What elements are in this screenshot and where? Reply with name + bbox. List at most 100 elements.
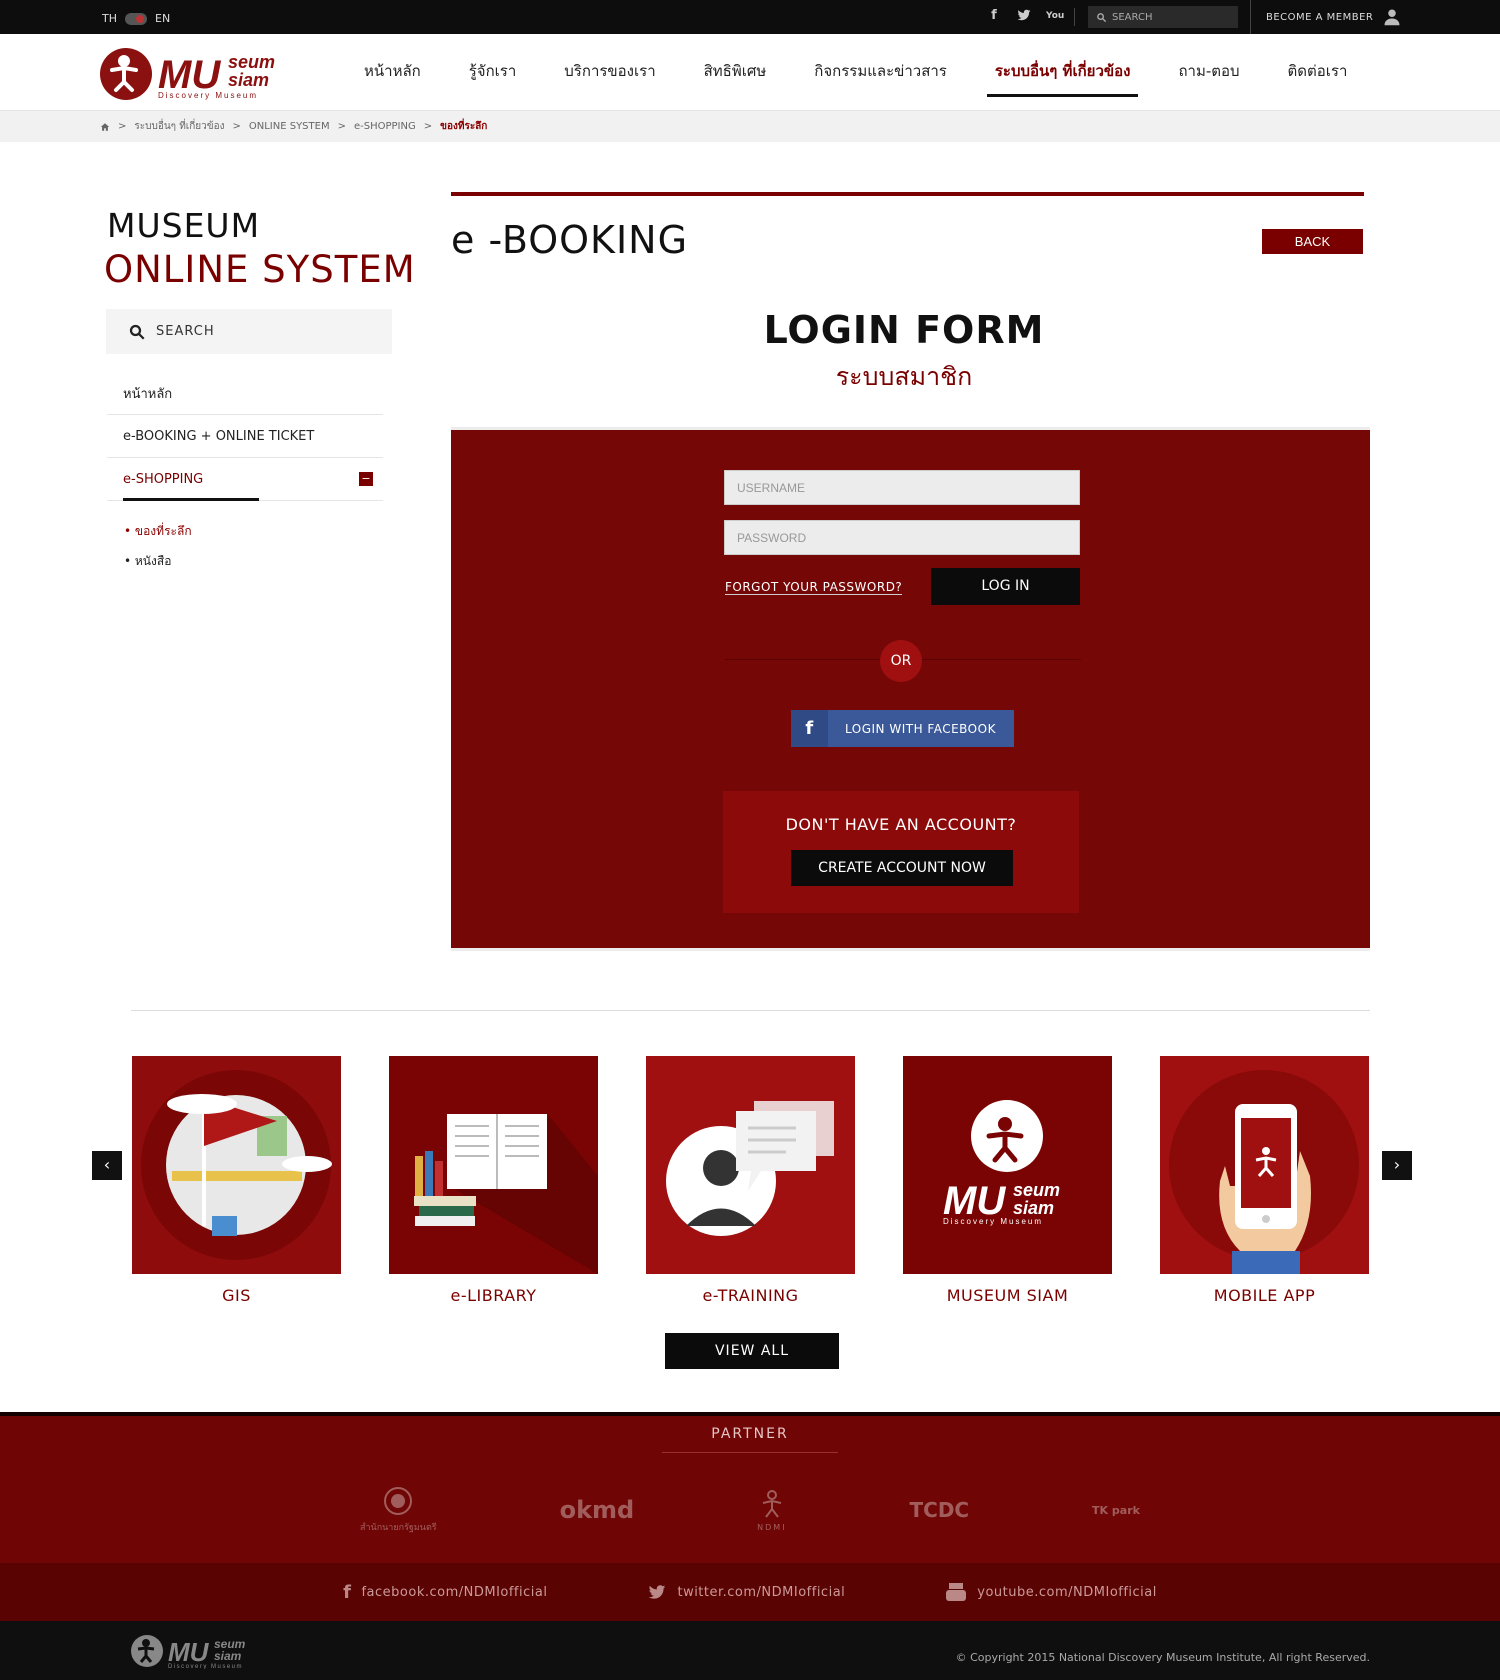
- top-bar: TH EN f You SEARCH BECOME A MEMBER: [0, 0, 1500, 34]
- service-card-gis[interactable]: GIS: [132, 1056, 341, 1305]
- footer-facebook-link[interactable]: f facebook.com/NDMIofficial: [343, 1582, 547, 1603]
- sidebar-subitem-souvenir[interactable]: • ของที่ระลึก: [124, 520, 192, 550]
- lang-en[interactable]: EN: [155, 12, 170, 25]
- login-panel: USERNAME PASSWORD FORGOT YOUR PASSWORD? …: [451, 427, 1370, 951]
- main-nav: หน้าหลัก รู้จักเรา บริการของเรา สิทธิพิเ…: [340, 34, 1371, 111]
- service-label-museum-siam: MUSEUM SIAM: [946, 1286, 1069, 1305]
- partner-logo-tkpark[interactable]: TK park: [1092, 1504, 1140, 1517]
- nav-other-systems[interactable]: ระบบอื่นๆ ที่เกี่ยวข้อง: [971, 34, 1155, 111]
- breadcrumb-item-eshopping[interactable]: e-SHOPPING: [354, 121, 416, 132]
- facebook-icon[interactable]: f: [986, 8, 1002, 24]
- view-all-button[interactable]: VIEW ALL: [665, 1333, 839, 1369]
- language-toggle[interactable]: [125, 12, 147, 25]
- content-top-rule: [451, 192, 1364, 196]
- sidebar-menu: หน้าหลัก e-BOOKING + ONLINE TICKET e-SHO…: [107, 372, 383, 501]
- nav-home[interactable]: หน้าหลัก: [340, 34, 445, 111]
- sidebar-title-museum: MUSEUM: [107, 206, 261, 245]
- nav-faq[interactable]: ถาม-ตอบ: [1154, 34, 1263, 111]
- service-label-gis: GIS: [222, 1286, 251, 1305]
- search-icon: [129, 324, 145, 340]
- sidebar-submenu: • ของที่ระลึก • หนังสือ: [124, 520, 192, 580]
- username-field[interactable]: USERNAME: [724, 470, 1080, 505]
- footer-youtube-label: youtube.com/NDMIofficial: [977, 1584, 1157, 1600]
- search-icon: [1097, 12, 1107, 22]
- partner-logo-okmd[interactable]: okmd: [560, 1496, 635, 1524]
- language-switch[interactable]: TH EN: [102, 12, 170, 25]
- sidebar-title-online-system: ONLINE SYSTEM: [104, 248, 416, 291]
- service-card-etraining[interactable]: e-TRAINING: [646, 1056, 855, 1305]
- footer-facebook-label: facebook.com/NDMIofficial: [361, 1584, 548, 1600]
- become-member-link[interactable]: BECOME A MEMBER: [1250, 0, 1401, 34]
- forgot-password-link[interactable]: FORGOT YOUR PASSWORD?: [725, 580, 903, 595]
- svg-text:Discovery Museum: Discovery Museum: [168, 1664, 243, 1669]
- partner-logos: สำนักนายกรัฐมนตรี okmd NDMI TCDC TK park: [360, 1486, 1140, 1534]
- sidebar-subitem-books[interactable]: • หนังสือ: [124, 550, 192, 580]
- partner-logo-pmo[interactable]: สำนักนายกรัฐมนตรี: [360, 1486, 437, 1534]
- svg-text:siam: siam: [1013, 1198, 1054, 1218]
- breadcrumb-sep: >: [232, 121, 241, 132]
- mobile-phone-icon: [1160, 1056, 1369, 1274]
- breadcrumb-item-other-systems[interactable]: ระบบอื่นๆ ที่เกี่ยวข้อง: [134, 119, 224, 134]
- logo-siam: siam: [228, 70, 269, 90]
- user-icon: [1384, 9, 1400, 26]
- carousel-prev-button[interactable]: ‹: [92, 1151, 122, 1180]
- top-search-placeholder: SEARCH: [1112, 11, 1153, 23]
- create-account-box: DON'T HAVE AN ACCOUNT? CREATE ACCOUNT NO…: [723, 791, 1079, 913]
- partner-title: PARTNER: [711, 1426, 789, 1442]
- youtube-icon[interactable]: You: [1046, 8, 1064, 24]
- login-form-title: LOGIN FORM: [763, 308, 1045, 352]
- breadcrumb-item-online-system[interactable]: ONLINE SYSTEM: [249, 121, 330, 132]
- home-icon[interactable]: [100, 122, 110, 132]
- nav-activities[interactable]: กิจกรรมและข่าวสาร: [790, 34, 971, 111]
- or-badge: OR: [880, 640, 922, 682]
- collapse-icon[interactable]: −: [359, 472, 373, 486]
- sidebar-item-home[interactable]: หน้าหลัก: [107, 372, 383, 415]
- back-button[interactable]: BACK: [1262, 229, 1363, 254]
- partner-logo-ndmi[interactable]: NDMI: [757, 1489, 786, 1532]
- lang-th[interactable]: TH: [102, 12, 117, 25]
- museum-siam-logo[interactable]: MU seum siam Discovery Museum: [100, 46, 290, 101]
- nav-privileges[interactable]: สิทธิพิเศษ: [680, 34, 791, 111]
- breadcrumb-current: ของที่ระลึก: [440, 121, 488, 132]
- page-title: e -BOOKING: [451, 218, 689, 262]
- login-button[interactable]: LOG IN: [931, 568, 1080, 605]
- sidebar-item-eshopping[interactable]: e-SHOPPING −: [107, 458, 383, 501]
- book-icon: [389, 1056, 598, 1274]
- nav-about[interactable]: รู้จักเรา: [445, 34, 541, 111]
- breadcrumb-sep: >: [423, 121, 433, 132]
- password-field[interactable]: PASSWORD: [724, 520, 1080, 555]
- youtube-icon: [946, 1583, 967, 1601]
- footer-youtube-link[interactable]: youtube.com/NDMIofficial: [945, 1582, 1157, 1602]
- service-card-museum-siam[interactable]: MU seum siam Discovery Museum MUSEUM SIA…: [903, 1056, 1112, 1305]
- partner-logo-tcdc[interactable]: TCDC: [910, 1498, 970, 1522]
- logo-seum: seum: [228, 52, 275, 72]
- service-card-elibrary[interactable]: e-LIBRARY: [389, 1056, 598, 1305]
- service-label-etraining: e-TRAINING: [702, 1286, 799, 1305]
- top-social-links: f You: [986, 8, 1064, 24]
- nav-contact[interactable]: ติดต่อเรา: [1264, 34, 1372, 111]
- sidebar-item-label: e-SHOPPING: [123, 471, 204, 487]
- partner-pmo-label: สำนักนายกรัฐมนตรี: [360, 1523, 437, 1533]
- social-footer: f facebook.com/NDMIofficial twitter.com/…: [0, 1563, 1500, 1621]
- sidebar-search-input[interactable]: SEARCH: [106, 309, 392, 354]
- twitter-icon[interactable]: [1016, 8, 1032, 24]
- partner-section: PARTNER สำนักนายกรัฐมนตรี okmd NDMI TCDC…: [0, 1412, 1500, 1563]
- breadcrumb-sep: >: [337, 121, 346, 132]
- museum-siam-icon: MU seum siam Discovery Museum: [903, 1056, 1112, 1274]
- facebook-icon: f: [791, 710, 828, 747]
- copyright-text: © Copyright 2015 National Discovery Muse…: [955, 1651, 1370, 1664]
- footer-twitter-link[interactable]: twitter.com/NDMIofficial: [647, 1583, 845, 1601]
- nav-services[interactable]: บริการของเรา: [540, 34, 679, 111]
- footer-logo[interactable]: MU seum siam Discovery Museum: [130, 1633, 256, 1673]
- breadcrumb-sep: >: [118, 121, 127, 132]
- twitter-icon: [649, 1585, 666, 1599]
- sidebar-item-ebooking[interactable]: e-BOOKING + ONLINE TICKET: [107, 415, 383, 458]
- carousel-next-button[interactable]: ›: [1382, 1151, 1412, 1180]
- top-search-input[interactable]: SEARCH: [1088, 6, 1238, 28]
- login-form-subtitle: ระบบสมาชิก: [835, 362, 973, 391]
- create-account-button[interactable]: CREATE ACCOUNT NOW: [791, 850, 1013, 886]
- facebook-login-button[interactable]: f LOGIN WITH FACEBOOK: [791, 710, 1014, 747]
- svg-text:Discovery Museum: Discovery Museum: [943, 1217, 1043, 1226]
- service-card-mobile-app[interactable]: MOBILE APP: [1160, 1056, 1369, 1305]
- services-carousel: GIS e-LIBRARY e-TRAINING MU seum siam Di…: [132, 1056, 1372, 1305]
